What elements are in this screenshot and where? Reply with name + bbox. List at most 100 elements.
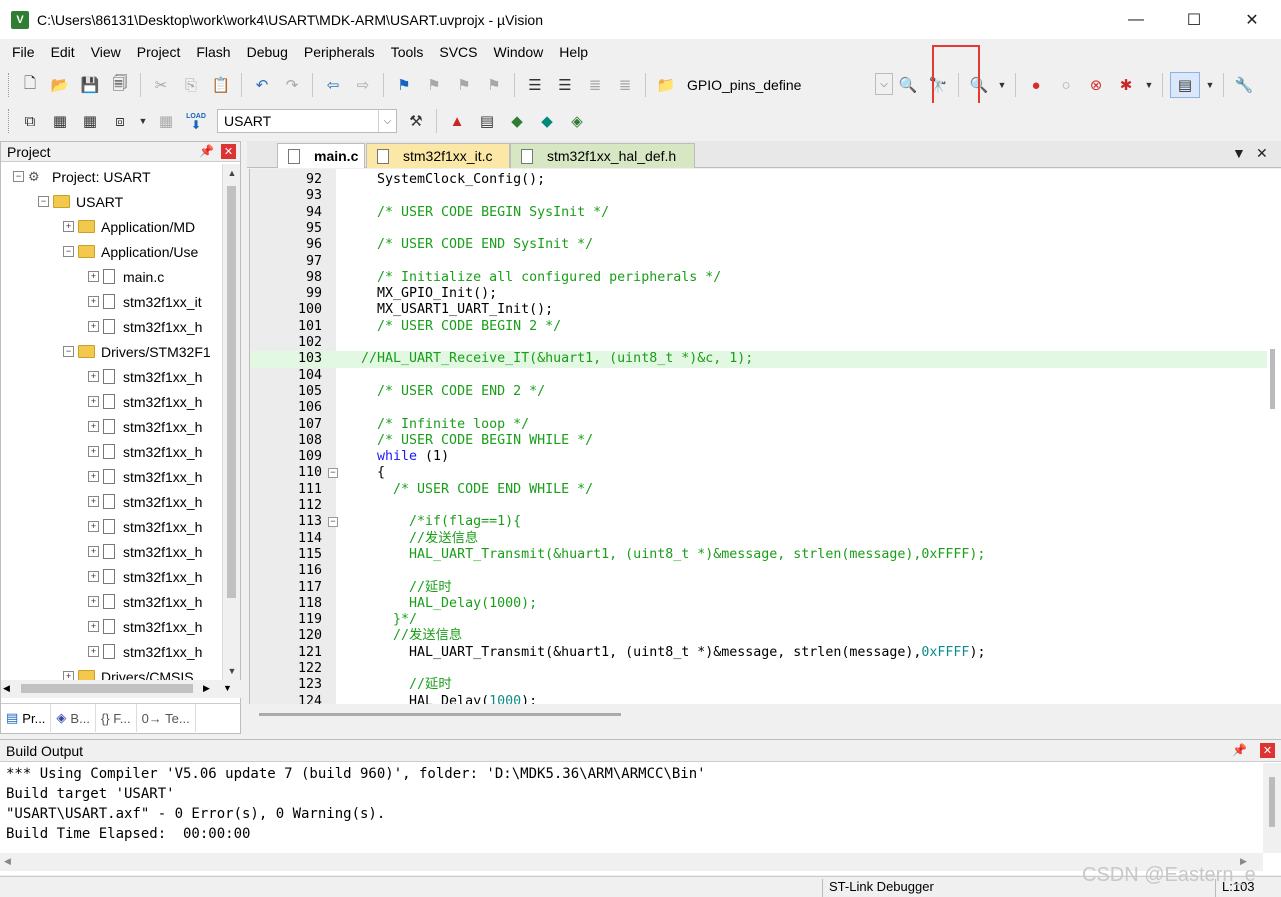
chevron-down-icon[interactable]: ▼ <box>1204 72 1216 98</box>
code-line[interactable]: 93 <box>250 188 1267 204</box>
menu-file[interactable]: File <box>4 40 43 65</box>
expand-icon[interactable]: + <box>63 671 74 680</box>
code-line[interactable]: 92 SystemClock_Config(); <box>250 172 1267 188</box>
target-combo[interactable]: USART ⌵ <box>217 109 397 133</box>
find-icon[interactable]: 🔍 <box>895 72 921 98</box>
bookmark-icon[interactable]: ⚑ <box>391 72 417 98</box>
wrench-icon[interactable]: 🔧 <box>1231 72 1257 98</box>
load-icon[interactable]: LOAD ⬇ <box>183 108 209 134</box>
breakpoint-icon[interactable]: ● <box>1023 72 1049 98</box>
collapse-icon[interactable]: − <box>63 346 74 357</box>
menu-help[interactable]: Help <box>551 40 596 65</box>
close-pane-button[interactable]: ✕ <box>1260 743 1275 758</box>
translate-icon[interactable]: ⧉ <box>17 108 43 134</box>
expand-icon[interactable]: + <box>88 521 99 532</box>
prev-bookmark-icon[interactable]: ⚑ <box>421 72 447 98</box>
expand-icon[interactable]: + <box>88 471 99 482</box>
select-packs-icon[interactable]: ◆ <box>534 108 560 134</box>
expand-icon[interactable]: + <box>88 596 99 607</box>
rebuild-icon[interactable]: ▦ <box>77 108 103 134</box>
kill-breakpoints-icon[interactable]: ⊗ <box>1083 72 1109 98</box>
code-line[interactable]: 96 /* USER CODE END SysInit */ <box>250 237 1267 253</box>
code-line[interactable]: 100 MX_USART1_UART_Init(); <box>250 302 1267 318</box>
window-layout-icon[interactable]: ▤ <box>1170 72 1200 98</box>
minimize-button[interactable]: — <box>1107 0 1165 39</box>
current-code-line[interactable]: 103 //HAL_UART_Receive_IT(&huart1, (uint8… <box>250 351 1267 368</box>
find-combo[interactable]: GPIO_pins_define ⌵ <box>681 73 893 97</box>
code-line[interactable]: 109 while (1) <box>250 449 1267 465</box>
project-tree-vscroll[interactable]: ▲ ▼ <box>222 164 240 680</box>
expand-icon[interactable]: + <box>88 496 99 507</box>
unindent-icon[interactable]: ☰ <box>552 72 578 98</box>
expand-icon[interactable]: + <box>88 571 99 582</box>
batch-build-icon[interactable]: ⧈ <box>107 108 133 134</box>
code-line[interactable]: 99 MX_GPIO_Init(); <box>250 286 1267 302</box>
code-line[interactable]: 102 <box>250 335 1267 351</box>
code-editor[interactable]: 92 SystemClock_Config(); 93 94 /* USER COD… <box>249 169 1267 704</box>
nav-forward-icon[interactable]: ⇨ <box>350 72 376 98</box>
code-line[interactable]: 120 //发送信息 <box>250 628 1267 644</box>
tree-item[interactable]: + stm32f1xx_h <box>88 639 202 664</box>
pin-icon[interactable]: 📌 <box>1232 743 1247 757</box>
target-options-icon[interactable]: ⚒ <box>403 108 429 134</box>
fold-toggle-icon[interactable]: − <box>328 468 338 479</box>
tree-item[interactable]: − USART <box>38 189 123 214</box>
code-line[interactable]: 124 HAL_Delay(1000); <box>250 694 1267 704</box>
code-line[interactable]: 111 /* USER CODE END WHILE */ <box>250 482 1267 498</box>
code-line[interactable]: 117 //延时 <box>250 580 1267 596</box>
run-time-environment-icon[interactable]: ◆ <box>504 108 530 134</box>
code-line[interactable]: 113− /*if(flag==1){ <box>250 514 1267 530</box>
close-tab-icon[interactable]: ✕ <box>1256 145 1268 162</box>
expand-icon[interactable]: + <box>88 321 99 332</box>
close-window-button[interactable]: ✕ <box>1223 0 1281 39</box>
tab-main-c[interactable]: main.c <box>277 143 365 168</box>
redo-icon[interactable]: ↷ <box>279 72 305 98</box>
expand-icon[interactable]: + <box>88 271 99 282</box>
tree-item[interactable]: + stm32f1xx_h <box>88 414 202 439</box>
editor-hscroll[interactable] <box>249 704 1281 728</box>
code-line[interactable]: 121 HAL_UART_Transmit(&huart1, (uint8_t … <box>250 645 1267 661</box>
code-line[interactable]: 110− { <box>250 465 1267 481</box>
scroll-up-icon[interactable]: ▲ <box>223 164 241 182</box>
tree-item[interactable]: + stm32f1xx_h <box>88 439 202 464</box>
scrollbar-thumb[interactable] <box>1269 777 1275 827</box>
tree-item[interactable]: + stm32f1xx_h <box>88 489 202 514</box>
code-line[interactable]: 115 HAL_UART_Transmit(&huart1, (uint8_t … <box>250 547 1267 563</box>
scroll-left-icon[interactable]: ◀ <box>4 856 11 867</box>
chevron-down-icon[interactable]: ▼ <box>137 108 149 134</box>
pack-installer-icon[interactable]: ◈ <box>564 108 590 134</box>
manage-components-icon[interactable]: ▲ <box>444 108 470 134</box>
scrollbar-thumb[interactable] <box>1270 349 1275 409</box>
chevron-down-icon[interactable]: ⌵ <box>378 110 396 132</box>
save-icon[interactable]: 💾 <box>77 72 103 98</box>
editor-vscroll[interactable] <box>1267 169 1281 704</box>
scroll-right-icon[interactable]: ▶ <box>203 683 210 694</box>
tree-item[interactable]: − Application/Use <box>63 239 198 264</box>
undo-icon[interactable]: ↶ <box>249 72 275 98</box>
scroll-down-icon[interactable]: ▼ <box>223 683 232 693</box>
tree-item[interactable]: + stm32f1xx_it <box>88 289 202 314</box>
scroll-down-icon[interactable]: ▼ <box>223 662 241 680</box>
tree-item[interactable]: + stm32f1xx_h <box>88 589 202 614</box>
scroll-left-icon[interactable]: ◀ <box>3 683 10 694</box>
code-line[interactable]: 122 <box>250 661 1267 677</box>
menu-tools[interactable]: Tools <box>383 40 432 65</box>
code-line[interactable]: 123 //延时 <box>250 677 1267 693</box>
tree-item[interactable]: + Drivers/CMSIS <box>63 664 194 680</box>
save-all-icon[interactable]: 🗐 <box>107 72 133 98</box>
scrollbar-thumb[interactable] <box>21 684 193 693</box>
clear-bookmarks-icon[interactable]: ⚑ <box>481 72 507 98</box>
uncomment-icon[interactable]: ≣ <box>612 72 638 98</box>
menu-flash[interactable]: Flash <box>188 40 238 65</box>
expand-icon[interactable]: + <box>88 621 99 632</box>
build-output-vscroll[interactable] <box>1263 763 1281 853</box>
project-tree-hscroll[interactable]: ◀ ▶ ▼ <box>1 680 241 698</box>
start-debug-icon[interactable]: 🔍 <box>966 72 992 98</box>
tree-item[interactable]: + stm32f1xx_h <box>88 389 202 414</box>
tab-templates[interactable]: 0→ Te... <box>137 704 196 732</box>
collapse-icon[interactable]: − <box>13 171 24 182</box>
build-output-hscroll[interactable]: ◀ ▶ <box>0 853 1263 871</box>
menu-peripherals[interactable]: Peripherals <box>296 40 383 65</box>
find-in-files-icon[interactable]: 📁 <box>653 72 679 98</box>
code-line[interactable]: 119 }*/ <box>250 612 1267 628</box>
